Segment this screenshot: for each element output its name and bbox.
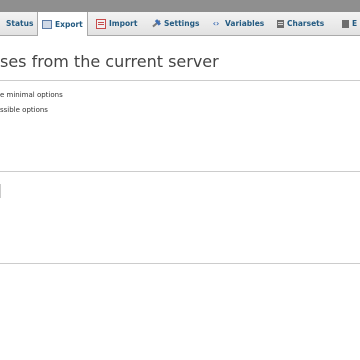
import-icon (96, 18, 106, 29)
tab-import[interactable]: Import (96, 12, 137, 35)
tab-variables-label: Variables (225, 19, 265, 28)
tab-import-label: Import (109, 19, 138, 28)
settings-icon (149, 16, 163, 30)
tab-status[interactable]: Status (6, 12, 33, 35)
charsets-icon (277, 19, 284, 28)
tab-variables[interactable]: ‹› Variables (210, 12, 265, 35)
section-divider (0, 171, 360, 172)
variables-icon: ‹› (212, 18, 220, 28)
window-top-bar (0, 0, 360, 12)
tab-export-label: Export (55, 19, 83, 29)
tab-charsets[interactable]: Charsets (277, 12, 324, 35)
tab-engines[interactable]: E (342, 12, 357, 35)
tab-settings[interactable]: Settings (151, 12, 199, 35)
title-divider (0, 80, 360, 81)
export-option-all[interactable]: ssible options (0, 106, 48, 114)
tab-export[interactable]: Export (37, 12, 88, 36)
tab-settings-label: Settings (164, 19, 200, 28)
tab-status-label: Status (6, 19, 34, 28)
bottom-divider (0, 263, 360, 264)
page-title: ses from the current server (0, 52, 219, 71)
tab-engines-label: E (352, 19, 358, 28)
tab-charsets-label: Charsets (287, 19, 325, 28)
server-tab-bar: Status Export Import Settings ‹› Variabl… (0, 12, 360, 36)
engines-icon (342, 19, 349, 28)
fieldset-edge (0, 184, 1, 198)
export-option-minimal[interactable]: e minimal options (0, 91, 63, 99)
export-icon (42, 19, 52, 29)
